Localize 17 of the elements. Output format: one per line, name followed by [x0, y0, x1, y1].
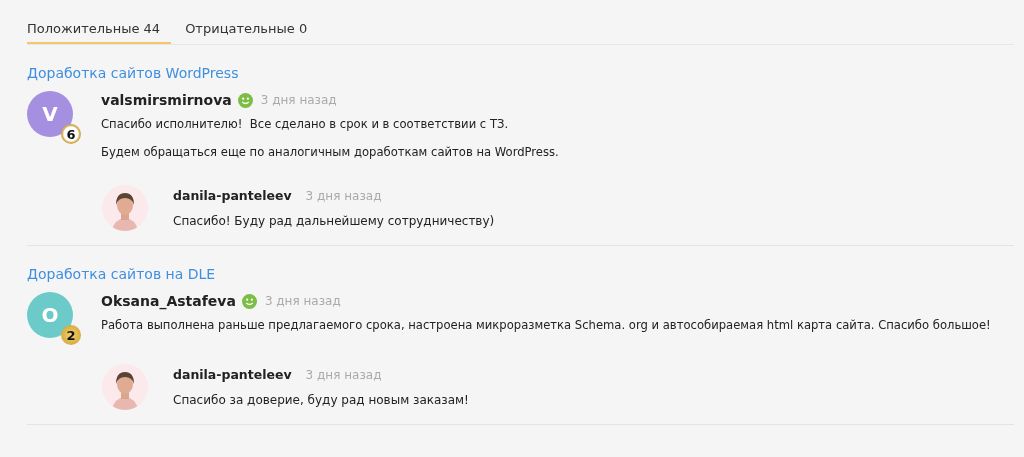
timestamp: 3 дня назад [260, 93, 337, 107]
tab[interactable]: Отрицательные 0 [185, 0, 308, 44]
review-text: Будем обращаться еще по аналогичным доработкам сайтов на WordPress. [101, 145, 560, 159]
username[interactable]: danila-panteleev [173, 188, 292, 203]
review-text: Работа выполнена раньше предлагаемого срока, настроена микроразметка Schema. org и автособираемая html карта сайта. Спасибо большое! [101, 318, 992, 332]
timestamp: 3 дня назад [305, 368, 382, 382]
username[interactable]: Oksana_Astafeva [101, 293, 236, 309]
tab[interactable]: Положительные 44 [27, 0, 172, 44]
timestamp: 3 дня назад [305, 189, 382, 203]
reply-text: Спасибо за доверие, буду рад новым заказам! [173, 393, 469, 407]
timestamp: 3 дня назад [264, 294, 341, 308]
reply-text: Спасибо! Буду рад дальнейшему сотрудничеству) [173, 214, 495, 228]
username[interactable]: valsmirsmirnova [101, 92, 232, 108]
review-text: Спасибо исполнителю! Все сделано в срок и в соответствии с ТЗ. [101, 117, 510, 131]
level-badge: 2 [61, 325, 81, 345]
level-badge: 6 [61, 124, 81, 144]
username[interactable]: danila-panteleev [173, 367, 292, 382]
